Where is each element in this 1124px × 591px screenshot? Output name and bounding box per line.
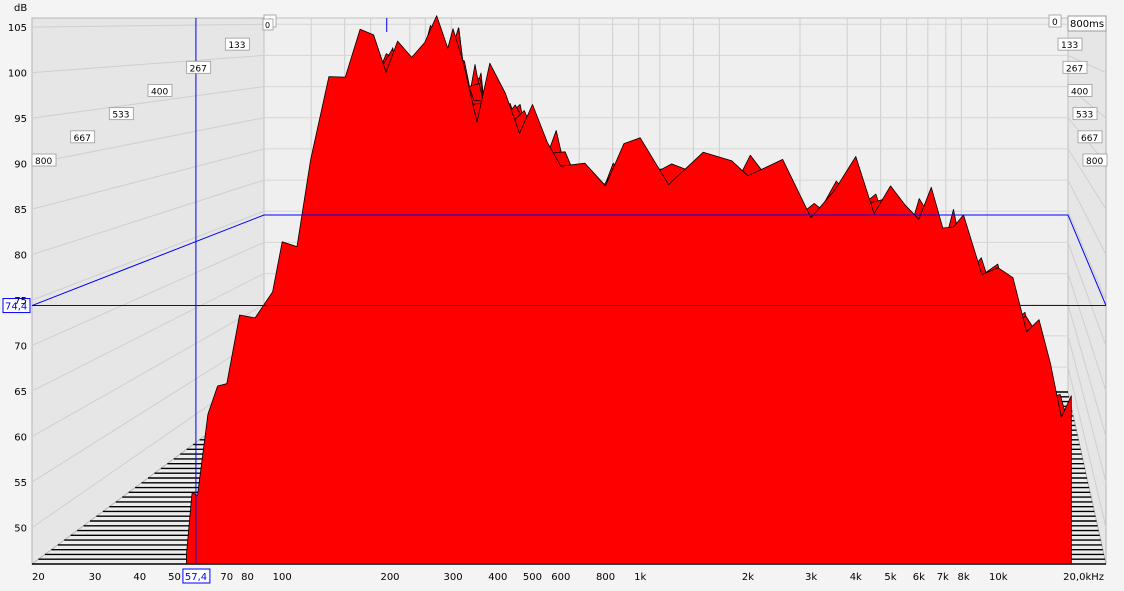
x-tick-label: 20,0kHz (1063, 572, 1104, 583)
x-tick-label: 7k (937, 572, 949, 583)
z-tick-label: 667 (74, 134, 91, 144)
z-tick-label: 800 (35, 157, 52, 167)
x-tick-label: 10k (989, 572, 1008, 583)
z-axis-label: 800ms (1070, 19, 1104, 30)
z-axis-label-box: 800ms (1067, 15, 1107, 32)
z-tick-label: 133 (1061, 41, 1078, 51)
waterfall-chart: 74,4 57,4 105 100 95 90 85 80 75 70 65 60 55 50 20 30… (0, 0, 1124, 587)
z-tick-back: 400 (1067, 84, 1093, 98)
z-tick-back: 667 (1077, 130, 1103, 144)
z-tick-front: 267 (186, 60, 212, 74)
y-tick-label: 100 (8, 69, 27, 80)
y-axis-label: dB (14, 3, 27, 14)
z-tick-front: 800 (31, 153, 57, 167)
x-tick-label: 8k (957, 572, 969, 583)
z-tick-back: 533 (1072, 107, 1098, 121)
y-tick-label: 55 (14, 478, 27, 489)
x-tick-label: 6k (913, 572, 925, 583)
x-tick-label: 80 (241, 572, 254, 583)
x-tick-label: 30 (89, 572, 102, 583)
x-tick-label: 100 (273, 572, 292, 583)
z-tick-back: 267 (1062, 60, 1088, 74)
y-tick-label: 65 (14, 387, 27, 398)
y-tick-label: 90 (14, 160, 27, 171)
y-tick-label: 70 (14, 342, 27, 353)
z-tick-label: 0 (1052, 18, 1058, 28)
z-tick-label: 667 (1081, 134, 1098, 144)
x-tick-label: 1k (634, 572, 646, 583)
y-tick-label: 75 (14, 296, 27, 307)
z-tick-back: 800 (1082, 153, 1108, 167)
z-tick-label: 533 (1076, 111, 1093, 121)
waterfall-plot: 74,457,4 10510095908580757065605550 20 30… (2, 3, 1108, 584)
z-tick-front: 667 (70, 130, 96, 144)
y-tick-label: 50 (14, 524, 27, 535)
x-tick-label: 5k (884, 572, 896, 583)
z-tick-back: 133 (1057, 37, 1083, 51)
z-tick-label: 267 (190, 64, 207, 74)
y-tick-label: 60 (14, 433, 27, 444)
z-tick-front: 133 (224, 37, 250, 51)
z-tick-label: 267 (1066, 64, 1083, 74)
x-tick-label: 2k (742, 572, 754, 583)
z-tick-label: 0 (265, 21, 270, 30)
x-tick-label: 3k (805, 572, 817, 583)
x-tick-label: 200 (380, 572, 399, 583)
z-tick-label: 400 (151, 88, 168, 98)
x-tick-label: 4k (850, 572, 862, 583)
z-tick-top-front: 0 (262, 18, 274, 31)
z-tick-label: 800 (1086, 157, 1103, 167)
x-tick-label: 500 (523, 572, 542, 583)
x-tick-label: 600 (551, 572, 570, 583)
z-tick-label: 533 (112, 111, 129, 121)
z-tick-label: 400 (1071, 88, 1088, 98)
x-tick-label: 400 (488, 572, 507, 583)
z-tick-front: 400 (147, 84, 173, 98)
y-tick-label: 80 (14, 251, 27, 262)
y-tick-label: 105 (8, 23, 27, 34)
y-tick-label: 95 (14, 114, 27, 125)
z-tick-label: 133 (228, 41, 245, 51)
x-tick-label: 800 (596, 572, 615, 583)
x-tick-label: 70 (220, 572, 233, 583)
cursor-frequency-label-text: 57,4 (185, 572, 207, 583)
z-tick-back: 0 (1048, 14, 1062, 28)
x-tick-label: 40 (133, 572, 146, 583)
y-axis-ticks: 105 100 95 90 85 80 75 70 65 60 55 50 (8, 23, 27, 534)
y-tick-label: 85 (14, 205, 27, 216)
x-tick-label: 50 (168, 572, 181, 583)
x-tick-label: 20 (32, 572, 45, 583)
z-tick-front: 533 (108, 107, 134, 121)
x-tick-label: 300 (443, 572, 462, 583)
cursor-frequency-label: 57,4 (182, 568, 211, 584)
